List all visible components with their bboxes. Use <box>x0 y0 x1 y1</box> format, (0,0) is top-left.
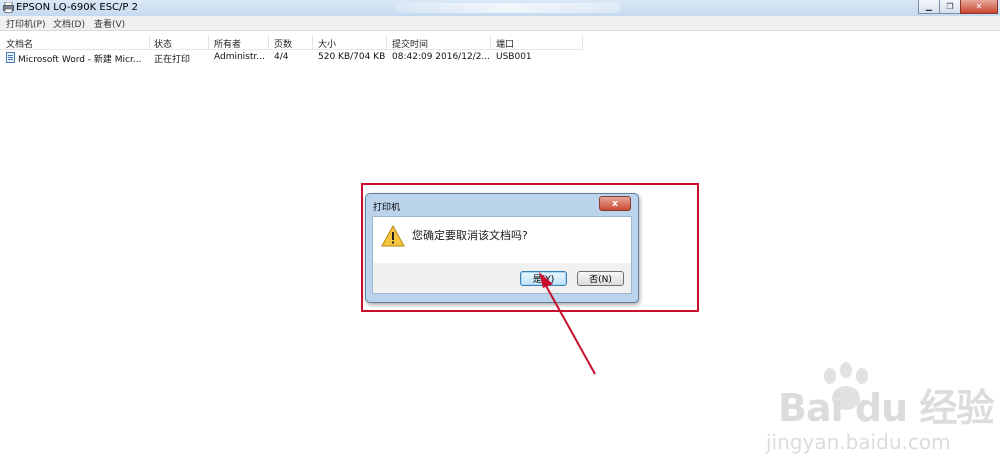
document-icon <box>6 52 15 63</box>
dialog-message: 您确定要取消该文档吗? <box>412 229 528 242</box>
menu-document[interactable]: 文档(D) <box>53 17 85 30</box>
close-button[interactable]: ✕ <box>960 0 998 14</box>
minimize-icon: ▁ <box>925 2 933 11</box>
window-controls: ▁ ❐ ✕ <box>918 0 998 14</box>
column-divider[interactable] <box>268 35 269 49</box>
cell-status: 正在打印 <box>154 55 191 65</box>
dialog-body: 您确定要取消该文档吗? <box>372 216 632 265</box>
cell-port: USB001 <box>496 52 532 62</box>
cell-submitted: 08:42:09 2016/12/2... <box>392 52 491 62</box>
column-header-port[interactable]: 端口 <box>496 37 514 50</box>
column-header-owner[interactable]: 所有者 <box>214 37 241 50</box>
window-title: EPSON LQ-690K ESC/P 2 <box>16 2 138 13</box>
menu-view[interactable]: 查看(V) <box>94 17 125 30</box>
column-divider[interactable] <box>490 35 491 49</box>
restore-button[interactable]: ❐ <box>939 0 961 14</box>
printer-icon <box>3 2 14 13</box>
blurred-title-region <box>395 3 620 13</box>
queue-column-headers: 文档名 状态 所有者 页数 大小 提交时间 端口 <box>0 35 583 50</box>
dialog-close-button[interactable]: x <box>599 196 631 211</box>
window-titlebar: EPSON LQ-690K ESC/P 2 ▁ ❐ ✕ <box>0 0 1000 16</box>
restore-icon: ❐ <box>946 2 954 11</box>
column-divider[interactable] <box>386 35 387 49</box>
baidu-watermark: Bai du 经验 jingyan.baidu.com <box>750 362 995 472</box>
cell-document-name: Microsoft Word - 新建 Micr... <box>18 55 142 65</box>
close-icon: ✕ <box>975 2 983 11</box>
column-header-status[interactable]: 状态 <box>154 37 172 50</box>
annotation-arrow <box>539 272 596 375</box>
column-header-document[interactable]: 文档名 <box>6 37 33 50</box>
column-header-submitted[interactable]: 提交时间 <box>392 37 428 50</box>
menu-printer[interactable]: 打印机(P) <box>6 17 45 30</box>
cell-pages: 4/4 <box>274 52 289 62</box>
minimize-button[interactable]: ▁ <box>918 0 940 14</box>
watermark-url: jingyan.baidu.com <box>766 430 951 454</box>
column-header-size[interactable]: 大小 <box>318 37 336 50</box>
cell-owner: Administr... <box>214 52 265 62</box>
warning-icon <box>381 225 405 247</box>
column-divider[interactable] <box>312 35 313 49</box>
dialog-title: 打印机 <box>373 203 401 213</box>
watermark-brand: Bai du 经验 <box>778 386 994 430</box>
column-divider[interactable] <box>208 35 209 49</box>
column-divider[interactable] <box>582 35 583 49</box>
close-icon: x <box>612 198 618 209</box>
column-divider[interactable] <box>149 35 150 49</box>
column-header-pages[interactable]: 页数 <box>274 37 292 50</box>
menu-bar: 打印机(P) 文档(D) 查看(V) <box>0 16 1000 31</box>
cell-size: 520 KB/704 KB <box>318 52 386 62</box>
table-row[interactable]: Microsoft Word - 新建 Micr... 正在打印 Adminis… <box>0 51 583 65</box>
